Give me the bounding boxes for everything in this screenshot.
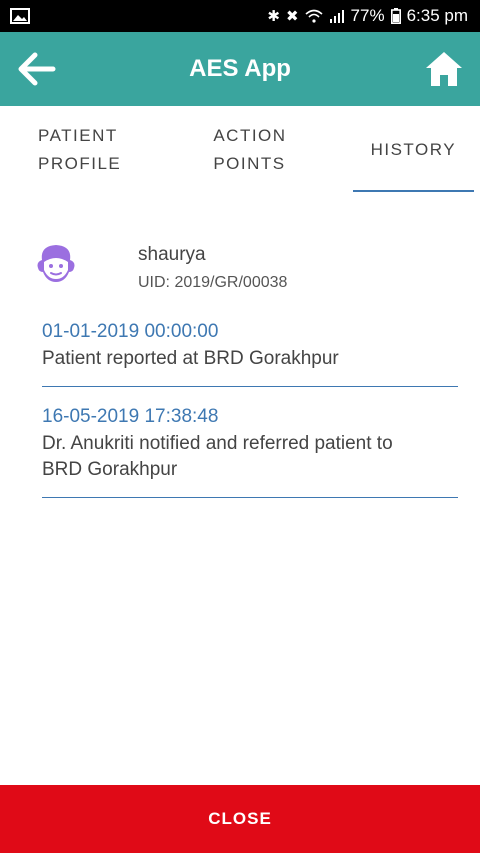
history-list: 01-01-2019 00:00:00 Patient reported at … xyxy=(42,318,458,514)
history-text: Dr. Anukriti notified and referred patie… xyxy=(42,433,393,480)
child-face-icon xyxy=(37,245,75,282)
bluetooth-icon: ✱ xyxy=(267,8,280,25)
history-item: 16-05-2019 17:38:48 Dr. Anukriti notifie… xyxy=(42,403,458,498)
tab-patient-profile[interactable]: PATIENT PROFILE xyxy=(0,106,171,194)
tab-action-points[interactable]: ACTION POINTS xyxy=(171,106,346,194)
patient-name: shaurya xyxy=(138,244,206,265)
history-time: 01-01-2019 00:00:00 xyxy=(42,321,219,342)
signal-icon xyxy=(329,10,344,23)
tab-history[interactable]: HISTORY xyxy=(347,106,480,194)
history-text: Patient reported at BRD Gorakhpur xyxy=(42,348,339,369)
tab-label: PATIENT PROFILE xyxy=(38,126,122,173)
battery-percent: 77% xyxy=(350,6,385,25)
tab-label: ACTION POINTS xyxy=(213,126,287,173)
history-item: 01-01-2019 00:00:00 Patient reported at … xyxy=(42,318,458,387)
patient-header: shaurya UID: 2019/GR/00038 xyxy=(0,230,480,300)
home-icon[interactable] xyxy=(424,50,464,88)
status-time: 6:35 pm xyxy=(406,6,468,25)
arrow-left-icon[interactable] xyxy=(18,52,56,86)
history-time: 16-05-2019 17:38:48 xyxy=(42,406,219,427)
close-button[interactable]: CLOSE xyxy=(0,785,480,853)
status-left xyxy=(10,8,30,24)
tab-bar: PATIENT PROFILE ACTION POINTS HISTORY xyxy=(0,106,480,194)
mute-icon: ✖ xyxy=(285,8,299,25)
patient-uid: UID: 2019/GR/00038 xyxy=(138,274,288,291)
app-bar: AES App xyxy=(0,32,480,106)
tab-label: HISTORY xyxy=(370,140,457,159)
app-title: AES App xyxy=(189,55,291,82)
wifi-icon xyxy=(305,9,323,23)
image-icon xyxy=(10,8,30,24)
battery-icon xyxy=(390,8,401,24)
status-right: ✱ ✖ 77% 6:35 pm xyxy=(267,6,468,26)
status-bar: ✱ ✖ 77% 6:35 pm xyxy=(0,0,480,32)
